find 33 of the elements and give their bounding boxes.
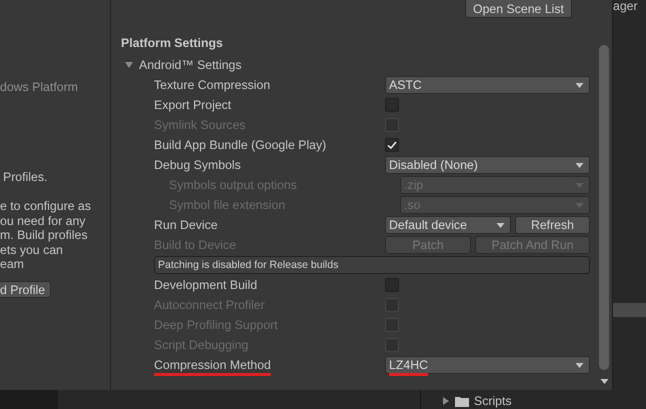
foldout-header[interactable]: Android™ Settings: [121, 55, 590, 75]
caret-icon: [496, 222, 505, 228]
foldout-label: Android™ Settings: [139, 58, 242, 72]
folder-icon: [455, 396, 469, 406]
caret-icon: [575, 202, 584, 208]
setting-label: Texture Compression: [154, 78, 272, 92]
selected-row-highlight: [613, 303, 646, 317]
open-scene-list-button[interactable]: Open Scene List: [465, 0, 572, 18]
scroll-down-arrow-icon[interactable]: [600, 379, 609, 384]
dropdown[interactable]: Disabled (None): [385, 156, 590, 174]
setting-label: Build App Bundle (Google Play): [154, 138, 328, 152]
checkbox[interactable]: [385, 138, 399, 152]
setting-label: Run Device: [154, 218, 219, 232]
setting-label: Development Build: [154, 278, 258, 292]
profiles-description: e to configure as ou need for any m. Build profiles ets you can eam: [0, 199, 91, 272]
setting-label: Debug Symbols: [154, 158, 242, 172]
section-title: Platform Settings: [121, 35, 224, 52]
caret-icon: [575, 162, 584, 168]
info-message: Patching is disabled for Release builds: [154, 256, 590, 274]
caret-icon: [575, 362, 584, 368]
refresh-button[interactable]: Refresh: [514, 216, 590, 234]
caret-icon: [575, 82, 584, 88]
profiles-heading: Profiles.: [3, 170, 48, 184]
dropdown[interactable]: ASTC: [385, 76, 590, 94]
setting-label: Compression Method: [154, 358, 272, 372]
folder-tree-item[interactable]: Scripts: [443, 394, 512, 408]
caret-icon: [575, 182, 584, 188]
platform-list-item[interactable]: dows Platform: [0, 80, 78, 94]
add-profile-button[interactable]: d Profile: [0, 281, 52, 298]
panel-title: ager: [613, 0, 638, 13]
setting-label: Export Project: [154, 98, 232, 112]
dropdown[interactable]: LZ4HC: [385, 356, 590, 374]
dropdown[interactable]: Default device: [385, 216, 511, 234]
